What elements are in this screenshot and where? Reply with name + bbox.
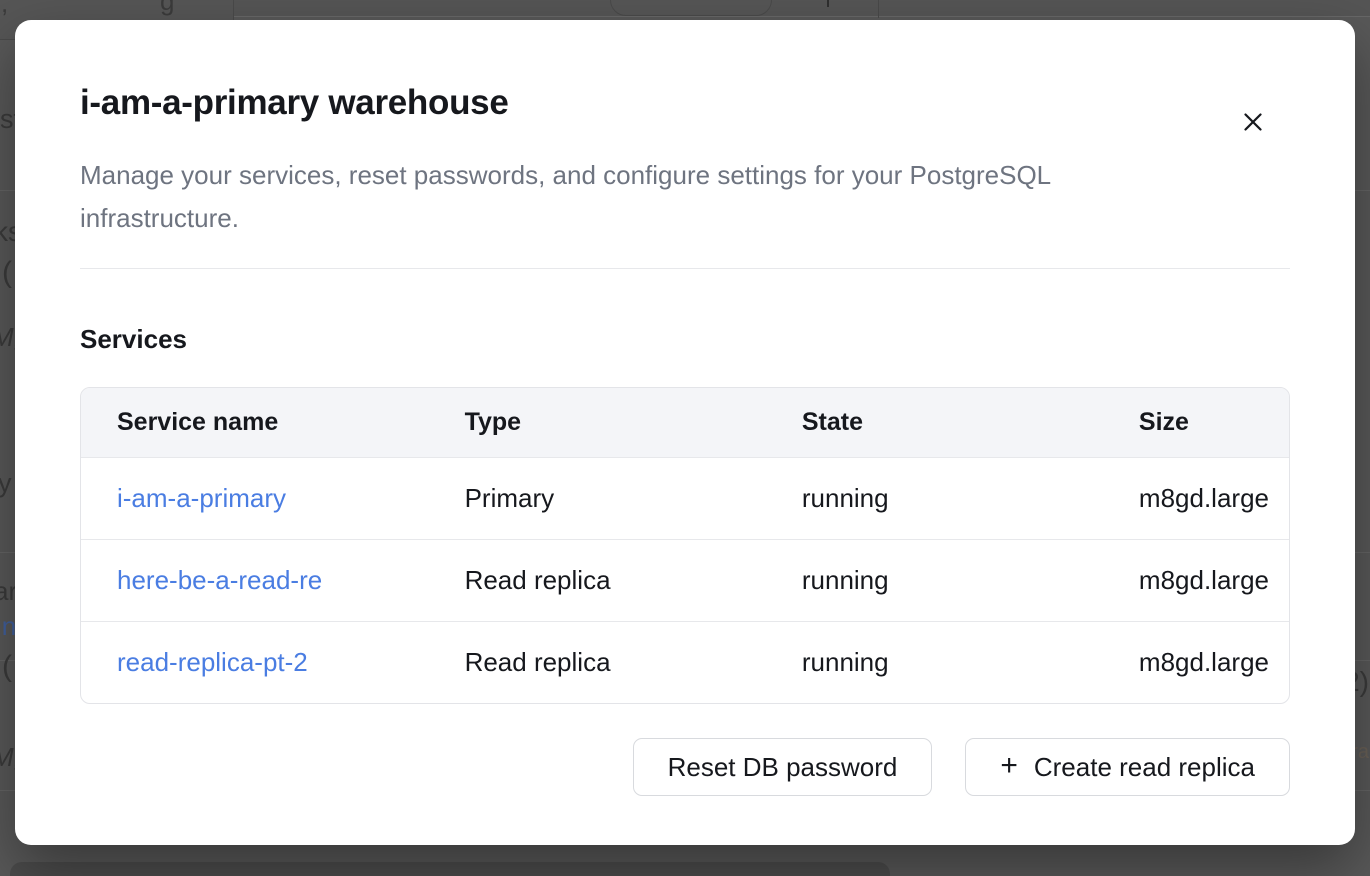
reset-db-password-label: Reset DB password xyxy=(668,752,898,783)
column-header-service-name: Service name xyxy=(81,388,429,458)
service-name-link[interactable]: here-be-a-read-re xyxy=(117,565,322,596)
services-heading: Services xyxy=(80,323,1290,355)
service-type: Read replica xyxy=(429,622,766,704)
background-caret-mark xyxy=(827,0,829,7)
table-row: read-replica-pt-2 Read replica running m… xyxy=(81,622,1289,704)
table-row: i-am-a-primary Primary running m8gd.larg… xyxy=(81,458,1289,540)
service-state: running xyxy=(766,458,1103,540)
bg-fragment: , xyxy=(1,0,8,16)
bg-fragment: ( xyxy=(2,652,12,682)
service-name-link[interactable]: read-replica-pt-2 xyxy=(117,647,308,678)
table-row: here-be-a-read-re Read replica running m… xyxy=(81,540,1289,622)
bg-fragment: ( xyxy=(2,258,12,288)
service-size: m8gd.large xyxy=(1103,458,1289,540)
warehouse-details-modal: i-am-a-primary warehouse Manage your ser… xyxy=(15,20,1355,845)
service-type: Primary xyxy=(429,458,766,540)
create-read-replica-button[interactable]: + Create read replica xyxy=(965,738,1290,796)
bg-fragment: y xyxy=(0,470,12,497)
services-table: Service name Type State Size i-am-a-prim… xyxy=(80,387,1290,704)
reset-db-password-button[interactable]: Reset DB password xyxy=(633,738,933,796)
service-state: running xyxy=(766,622,1103,704)
divider xyxy=(80,268,1290,269)
table-header-row: Service name Type State Size xyxy=(81,388,1289,458)
service-state: running xyxy=(766,540,1103,622)
background-divider-vertical xyxy=(878,0,879,18)
close-icon xyxy=(1241,110,1265,134)
modal-footer: Reset DB password + Create read replica xyxy=(80,738,1290,796)
service-size: m8gd.large xyxy=(1103,622,1289,704)
column-header-state: State xyxy=(766,388,1103,458)
service-type: Read replica xyxy=(429,540,766,622)
plus-icon: + xyxy=(1000,751,1018,781)
service-size: m8gd.large xyxy=(1103,540,1289,622)
modal-description: Manage your services, reset passwords, a… xyxy=(80,154,1215,240)
create-read-replica-label: Create read replica xyxy=(1034,752,1255,783)
close-button[interactable] xyxy=(1235,104,1271,140)
bg-fragment: g xyxy=(160,0,174,14)
column-header-size: Size xyxy=(1103,388,1289,458)
background-pill-center xyxy=(610,0,772,16)
modal-title: i-am-a-primary warehouse xyxy=(80,80,1290,126)
bg-fragment-link: in xyxy=(0,613,16,639)
service-name-link[interactable]: i-am-a-primary xyxy=(117,483,286,514)
background-bottom-panel xyxy=(10,862,890,876)
column-header-type: Type xyxy=(429,388,766,458)
